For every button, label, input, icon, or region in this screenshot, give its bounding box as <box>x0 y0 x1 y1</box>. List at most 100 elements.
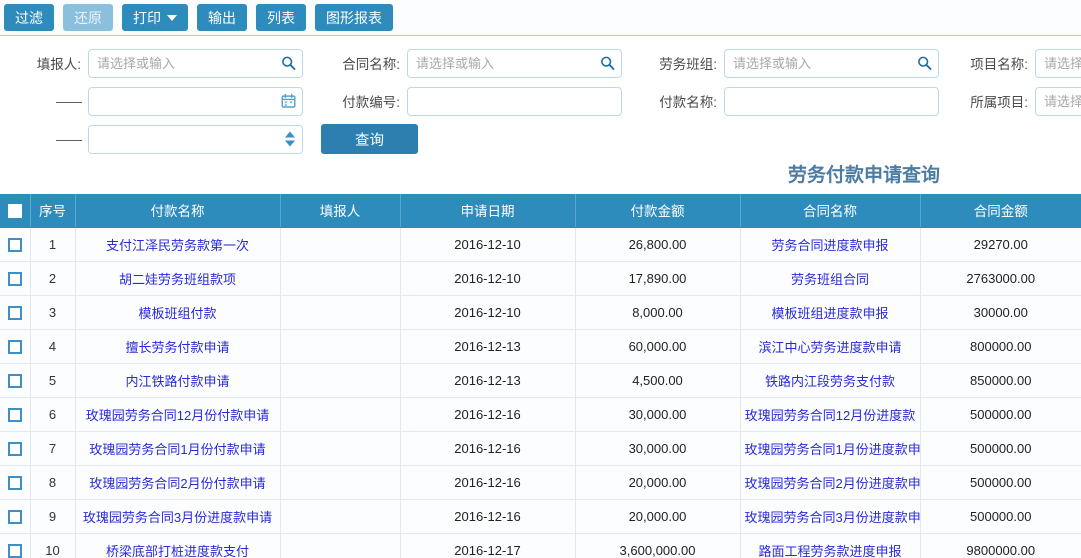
row-payment-name[interactable]: 玫瑰园劳务合同1月份付款申请 <box>75 431 281 466</box>
row-payment-name[interactable]: 模板班组付款 <box>75 295 281 330</box>
row-checkbox-cell[interactable] <box>0 295 31 330</box>
payment-name-input[interactable] <box>724 86 939 116</box>
filter-row-3: —— 查询 <box>0 120 1081 158</box>
select-all-checkbox[interactable] <box>7 203 22 218</box>
table-row[interactable]: 8 玫瑰园劳务合同2月份付款申请 2016-12-16 20,000.00 玫瑰园劳务合… <box>0 465 1081 500</box>
row-payment-name[interactable]: 桥梁底部打桩进度款支付 <box>75 533 281 558</box>
belong-project-field-group: 所属项目: <box>961 86 1081 116</box>
row-contract-name[interactable]: 路面工程劳务款进度申报 <box>740 533 921 558</box>
row-index: 1 <box>30 227 76 262</box>
row-contract-name[interactable]: 玫瑰园劳务合同12月份进度款 <box>740 397 921 432</box>
row-checkbox-cell[interactable] <box>0 465 31 500</box>
amount-range-input[interactable] <box>88 124 303 154</box>
row-contract-name[interactable]: 玫瑰园劳务合同3月份进度款申 <box>740 499 921 534</box>
row-reporter <box>280 499 401 534</box>
search-icon[interactable] <box>281 56 296 71</box>
row-checkbox-cell[interactable] <box>0 261 31 296</box>
row-payment-name[interactable]: 胡二娃劳务班组款项 <box>75 261 281 296</box>
header-contract-amount[interactable]: 合同金额 <box>920 194 1081 228</box>
row-checkbox[interactable] <box>7 441 22 456</box>
payment-no-input[interactable] <box>407 86 622 116</box>
contract-name-input[interactable] <box>407 48 622 78</box>
table-row[interactable]: 7 玫瑰园劳务合同1月份付款申请 2016-12-16 30,000.00 玫瑰园劳务合… <box>0 431 1081 466</box>
header-contract-name[interactable]: 合同名称 <box>740 194 921 228</box>
table-row[interactable]: 1 支付江泽民劳务款第一次 2016-12-10 26,800.00 劳务合同进度款申报… <box>0 227 1081 262</box>
table-row[interactable]: 9 玫瑰园劳务合同3月份进度款申请 2016-12-16 20,000.00 玫瑰园劳务… <box>0 499 1081 534</box>
spinner-up-icon[interactable] <box>285 131 295 138</box>
row-checkbox[interactable] <box>7 305 22 320</box>
row-payment-name[interactable]: 玫瑰园劳务合同3月份进度款申请 <box>75 499 281 534</box>
spinner-icon[interactable] <box>285 131 295 147</box>
labor-team-input[interactable] <box>724 48 939 78</box>
calendar-icon[interactable] <box>281 93 296 109</box>
query-button[interactable]: 查询 <box>321 124 418 154</box>
row-payment-name[interactable]: 玫瑰园劳务合同12月份付款申请 <box>75 397 281 432</box>
row-index: 8 <box>30 465 76 500</box>
row-payment-amount: 4,500.00 <box>575 363 741 398</box>
date-range-input[interactable] <box>88 86 303 116</box>
row-contract-name[interactable]: 铁路内江段劳务支付款 <box>740 363 921 398</box>
search-icon[interactable] <box>917 56 932 71</box>
row-checkbox-cell[interactable] <box>0 397 31 432</box>
row-checkbox[interactable] <box>7 373 22 388</box>
labor-team-input-wrap <box>724 48 939 78</box>
restore-button[interactable]: 还原 <box>63 4 113 31</box>
row-checkbox[interactable] <box>7 237 22 252</box>
row-reporter <box>280 295 401 330</box>
row-checkbox-cell[interactable] <box>0 431 31 466</box>
row-contract-name[interactable]: 滨江中心劳务进度款申请 <box>740 329 921 364</box>
row-checkbox-cell[interactable] <box>0 533 31 558</box>
table-row[interactable]: 5 内江铁路付款申请 2016-12-13 4,500.00 铁路内江段劳务支付款 850… <box>0 363 1081 398</box>
project-name-field-group: 项目名称: <box>961 48 1081 78</box>
row-payment-name[interactable]: 玫瑰园劳务合同2月份付款申请 <box>75 465 281 500</box>
row-apply-date: 2016-12-16 <box>400 431 576 466</box>
project-name-input[interactable] <box>1035 48 1081 78</box>
table-row[interactable]: 6 玫瑰园劳务合同12月份付款申请 2016-12-16 30,000.00 玫瑰园劳务… <box>0 397 1081 432</box>
reporter-input[interactable] <box>88 48 303 78</box>
row-contract-name[interactable]: 玫瑰园劳务合同1月份进度款申 <box>740 431 921 466</box>
list-button[interactable]: 列表 <box>256 4 306 31</box>
row-checkbox-cell[interactable] <box>0 227 31 262</box>
row-contract-amount: 9800000.00 <box>920 533 1081 558</box>
table-header-row: 序号 付款名称 填报人 申请日期 付款金额 合同名称 合同金额 <box>0 194 1081 228</box>
belong-project-input[interactable] <box>1035 86 1081 116</box>
row-apply-date: 2016-12-13 <box>400 329 576 364</box>
reporter-input-wrap <box>88 48 303 78</box>
search-icon[interactable] <box>600 56 615 71</box>
row-payment-name[interactable]: 擅长劳务付款申请 <box>75 329 281 364</box>
row-contract-name[interactable]: 劳务合同进度款申报 <box>740 227 921 262</box>
row-contract-name[interactable]: 玫瑰园劳务合同2月份进度款申 <box>740 465 921 500</box>
header-apply-date[interactable]: 申请日期 <box>400 194 576 228</box>
row-checkbox[interactable] <box>7 339 22 354</box>
header-payment-name[interactable]: 付款名称 <box>75 194 281 228</box>
table-header: 序号 付款名称 填报人 申请日期 付款金额 合同名称 合同金额 <box>0 194 1081 228</box>
row-checkbox-cell[interactable] <box>0 329 31 364</box>
table-row[interactable]: 2 胡二娃劳务班组款项 2016-12-10 17,890.00 劳务班组合同 27630… <box>0 261 1081 296</box>
list-button-label: 列表 <box>267 9 295 26</box>
select-all-header[interactable] <box>0 194 31 228</box>
header-index[interactable]: 序号 <box>30 194 76 228</box>
row-checkbox-cell[interactable] <box>0 363 31 398</box>
table-row[interactable]: 3 模板班组付款 2016-12-10 8,000.00 模板班组进度款申报 30000.… <box>0 295 1081 330</box>
row-contract-name[interactable]: 劳务班组合同 <box>740 261 921 296</box>
table-row[interactable]: 10 桥梁底部打桩进度款支付 2016-12-17 3,600,000.00 路面工程劳… <box>0 533 1081 558</box>
date-range-input-wrap <box>88 86 303 116</box>
export-button[interactable]: 输出 <box>197 4 247 31</box>
spinner-down-icon[interactable] <box>285 140 295 147</box>
row-payment-name[interactable]: 内江铁路付款申请 <box>75 363 281 398</box>
header-payment-amount[interactable]: 付款金额 <box>575 194 741 228</box>
filter-button[interactable]: 过滤 <box>4 4 54 31</box>
row-contract-name[interactable]: 模板班组进度款申报 <box>740 295 921 330</box>
print-button[interactable]: 打印 <box>122 4 188 31</box>
header-reporter[interactable]: 填报人 <box>280 194 401 228</box>
row-checkbox[interactable] <box>7 271 22 286</box>
row-payment-name[interactable]: 支付江泽民劳务款第一次 <box>75 227 281 262</box>
query-button-group: 查询 <box>321 124 418 154</box>
row-checkbox[interactable] <box>7 509 22 524</box>
row-checkbox-cell[interactable] <box>0 499 31 534</box>
row-checkbox[interactable] <box>7 475 22 490</box>
chart-report-button[interactable]: 图形报表 <box>315 4 393 31</box>
row-checkbox[interactable] <box>7 407 22 422</box>
table-row[interactable]: 4 擅长劳务付款申请 2016-12-13 60,000.00 滨江中心劳务进度款申请 8… <box>0 329 1081 364</box>
row-checkbox[interactable] <box>7 543 22 558</box>
